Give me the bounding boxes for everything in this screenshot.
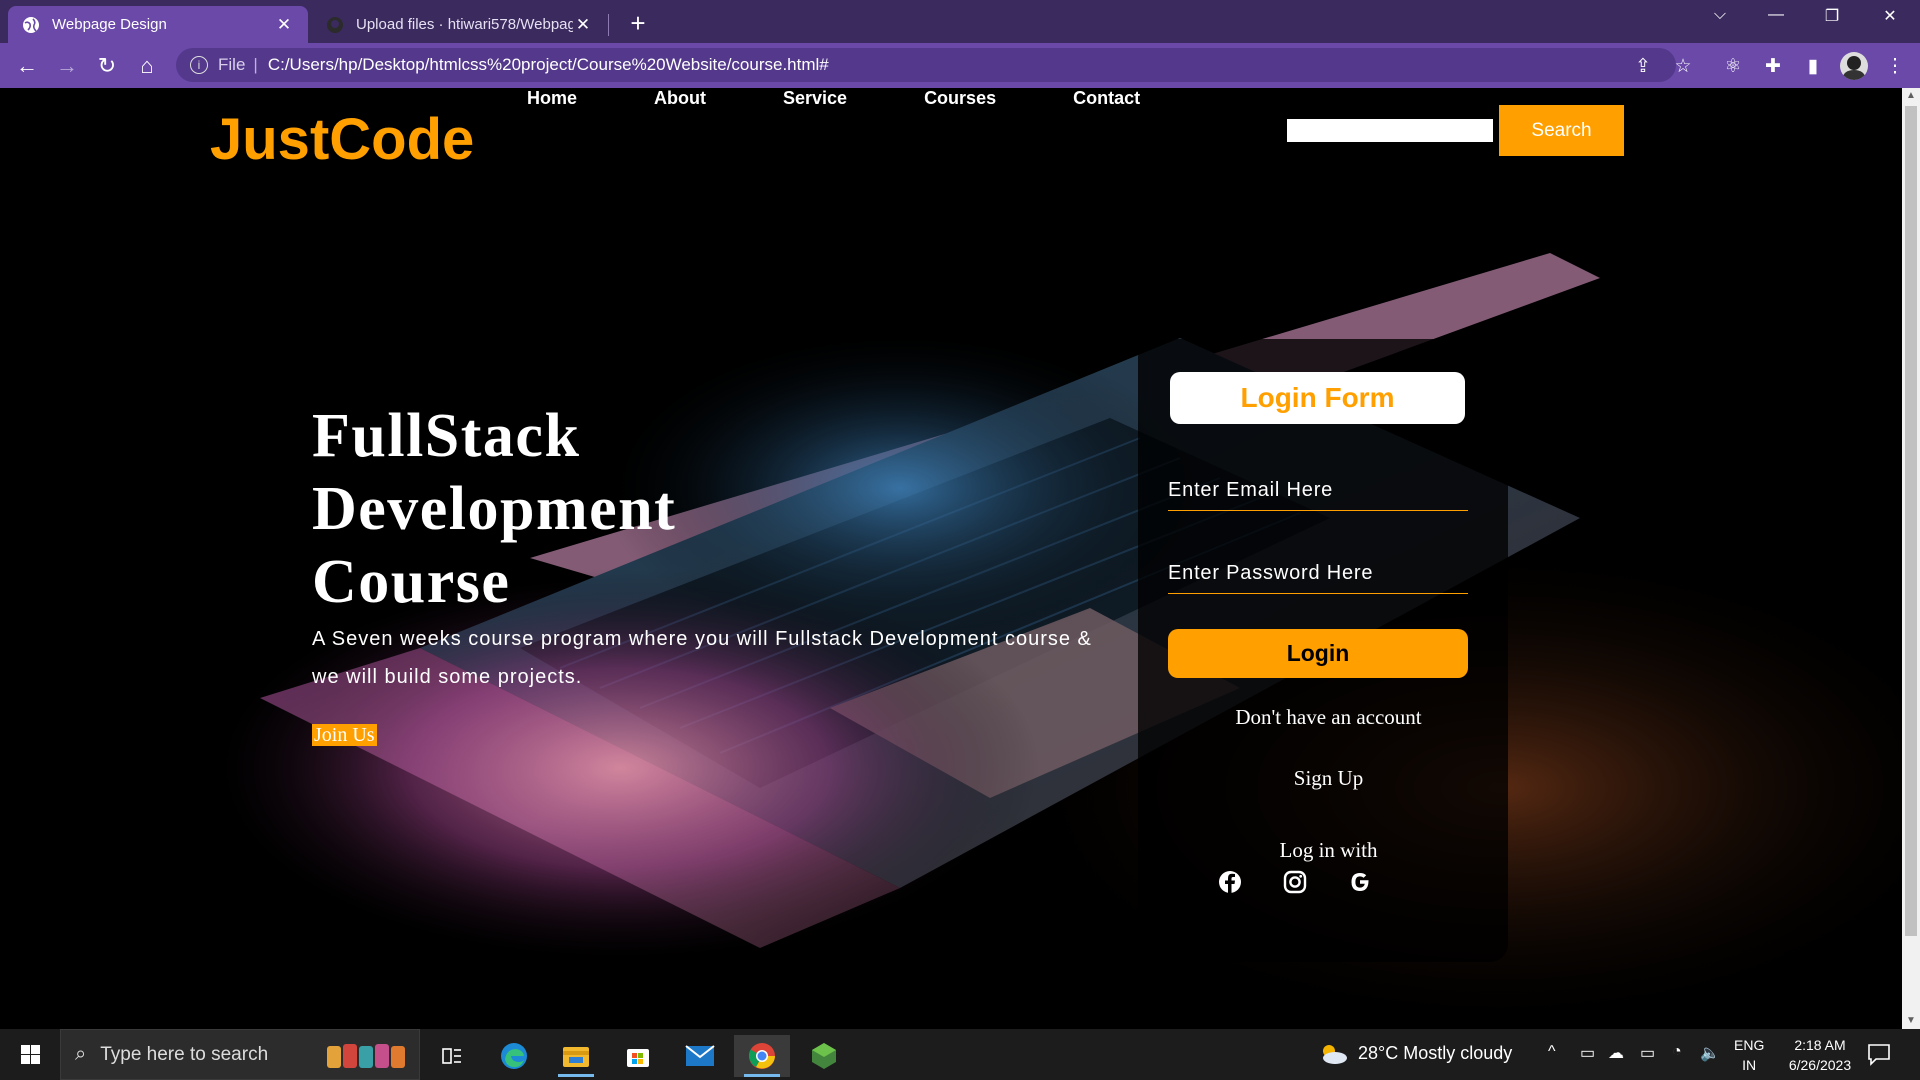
search-icon: ⌕: [75, 1043, 87, 1065]
side-panel-icon[interactable]: ▮: [1800, 53, 1826, 79]
nav-service[interactable]: Service: [783, 88, 847, 109]
site-logo[interactable]: JustCode: [210, 106, 474, 173]
nav-home[interactable]: Home: [527, 88, 577, 109]
minimize-button[interactable]: —: [1756, 6, 1796, 24]
login-form-heading: Login Form: [1170, 372, 1465, 424]
instagram-icon[interactable]: [1282, 869, 1308, 895]
weather-widget[interactable]: 28°C Mostly cloudy: [1318, 1043, 1512, 1064]
github-icon: [327, 16, 343, 33]
new-tab-button[interactable]: +: [624, 8, 652, 39]
weather-text: 28°C Mostly cloudy: [1358, 1043, 1513, 1063]
address-separator: |: [253, 55, 258, 74]
scroll-up-icon[interactable]: ▲: [1902, 88, 1920, 104]
address-url: C:/Users/hp/Desktop/htmlcss%20project/Co…: [267, 55, 829, 74]
tab-title: Webpage Design: [52, 16, 167, 33]
share-icon[interactable]: ⇪: [1630, 53, 1656, 79]
globe-icon: [23, 16, 39, 33]
scrollbar-thumb[interactable]: [1905, 106, 1917, 936]
facebook-icon[interactable]: [1217, 869, 1243, 895]
close-icon[interactable]: ✕: [573, 15, 593, 35]
wifi-icon[interactable]: ◔: [1672, 1043, 1682, 1061]
chrome-icon[interactable]: [734, 1035, 790, 1077]
close-icon[interactable]: ✕: [274, 15, 294, 35]
windows-start-icon[interactable]: [10, 1041, 50, 1069]
edge-browser-icon[interactable]: [486, 1035, 542, 1077]
browser-tab-bar: Webpage Design ✕ Upload files · htiwari5…: [0, 0, 1920, 43]
file-explorer-icon[interactable]: [548, 1035, 604, 1077]
nav-about[interactable]: About: [654, 88, 706, 109]
system-clock[interactable]: 2:18 AM 6/26/2023: [1774, 1035, 1866, 1075]
volume-icon[interactable]: 🔈: [1700, 1043, 1720, 1063]
search-button[interactable]: Search: [1499, 105, 1624, 156]
password-field[interactable]: [1168, 554, 1468, 594]
bookmark-star-icon[interactable]: ☆: [1670, 53, 1696, 79]
tab-search-chevron-icon[interactable]: ⌵: [1700, 6, 1740, 24]
show-hidden-icons-chevron-icon[interactable]: ^: [1548, 1043, 1556, 1061]
nodejs-icon[interactable]: [796, 1035, 852, 1077]
no-account-text: Don't have an account: [1235, 705, 1422, 729]
clock-date: 6/26/2023: [1788, 1057, 1852, 1073]
search-highlight-icon: [327, 1044, 405, 1068]
mail-icon[interactable]: [672, 1035, 728, 1077]
address-scheme: File: [218, 55, 246, 74]
menu-kebab-icon[interactable]: ⋮: [1882, 53, 1908, 79]
task-view-icon[interactable]: [424, 1035, 480, 1077]
log-in-with-text: Log in with: [1279, 838, 1378, 862]
profile-avatar[interactable]: [1840, 52, 1868, 80]
google-icon[interactable]: [1347, 869, 1373, 895]
login-form: Login Form Login Don't have an account S…: [1138, 339, 1508, 962]
onedrive-cloud-icon[interactable]: ☁: [1608, 1043, 1624, 1063]
restore-button[interactable]: ❐: [1812, 6, 1852, 26]
taskbar-search-placeholder: Type here to search: [100, 1043, 269, 1065]
forward-arrow-icon[interactable]: →: [52, 51, 82, 81]
search-input[interactable]: [1287, 119, 1493, 142]
extensions-puzzle-icon[interactable]: ✚: [1760, 53, 1786, 79]
tab-webpage-design[interactable]: Webpage Design ✕: [8, 6, 308, 43]
reload-icon[interactable]: ↻: [92, 51, 122, 81]
login-button[interactable]: Login: [1168, 629, 1468, 678]
email-field[interactable]: [1168, 471, 1468, 511]
page-viewport: JustCode Home About Service Courses Cont…: [0, 88, 1902, 1029]
region-code: IN: [1742, 1057, 1757, 1073]
nav-courses[interactable]: Courses: [924, 88, 996, 109]
clock-time: 2:18 AM: [1794, 1037, 1846, 1053]
tab-divider: [608, 14, 609, 36]
notification-center-icon[interactable]: [1866, 1041, 1892, 1067]
page-scrollbar[interactable]: ▲ ▼: [1902, 88, 1920, 1029]
tab-title: Upload files · htiwari578/Webpag: [356, 16, 573, 33]
info-icon[interactable]: i: [190, 56, 208, 74]
laptop-background-image: [200, 253, 1902, 1029]
cloud-sun-icon: [1323, 1044, 1347, 1064]
back-arrow-icon[interactable]: ←: [12, 51, 42, 81]
microsoft-store-icon[interactable]: [610, 1035, 666, 1077]
hero-description: A Seven weeks course program where you w…: [312, 628, 1092, 688]
main-nav: Home About Service Courses Contact: [527, 88, 1217, 109]
taskbar-search-box[interactable]: ⌕ Type here to search: [60, 1029, 420, 1080]
battery-icon[interactable]: ▭: [1640, 1043, 1655, 1063]
language-indicator[interactable]: ENG IN: [1734, 1035, 1764, 1075]
home-icon[interactable]: ⌂: [132, 51, 162, 81]
address-bar[interactable]: i File | C:/Users/hp/Desktop/htmlcss%20p…: [176, 48, 1676, 82]
react-devtools-icon[interactable]: ⚛: [1720, 53, 1746, 79]
sign-up-link[interactable]: Sign Up: [1138, 766, 1508, 791]
nav-contact[interactable]: Contact: [1073, 88, 1140, 109]
scroll-down-icon[interactable]: ▼: [1902, 1013, 1920, 1029]
tab-upload-files[interactable]: Upload files · htiwari578/Webpag ✕: [312, 6, 607, 43]
browser-toolbar: ← → ↻ ⌂ i File | C:/Users/hp/Desktop/htm…: [0, 43, 1920, 88]
language-code: ENG: [1734, 1037, 1765, 1053]
close-window-button[interactable]: ✕: [1870, 6, 1910, 26]
join-us-button[interactable]: Join Us: [312, 724, 377, 746]
hero-title: FullStack Development Course: [312, 402, 677, 616]
meet-now-icon[interactable]: ▭: [1580, 1043, 1595, 1063]
windows-taskbar: ⌕ Type here to search 28°C Mostly cloudy…: [0, 1029, 1920, 1080]
